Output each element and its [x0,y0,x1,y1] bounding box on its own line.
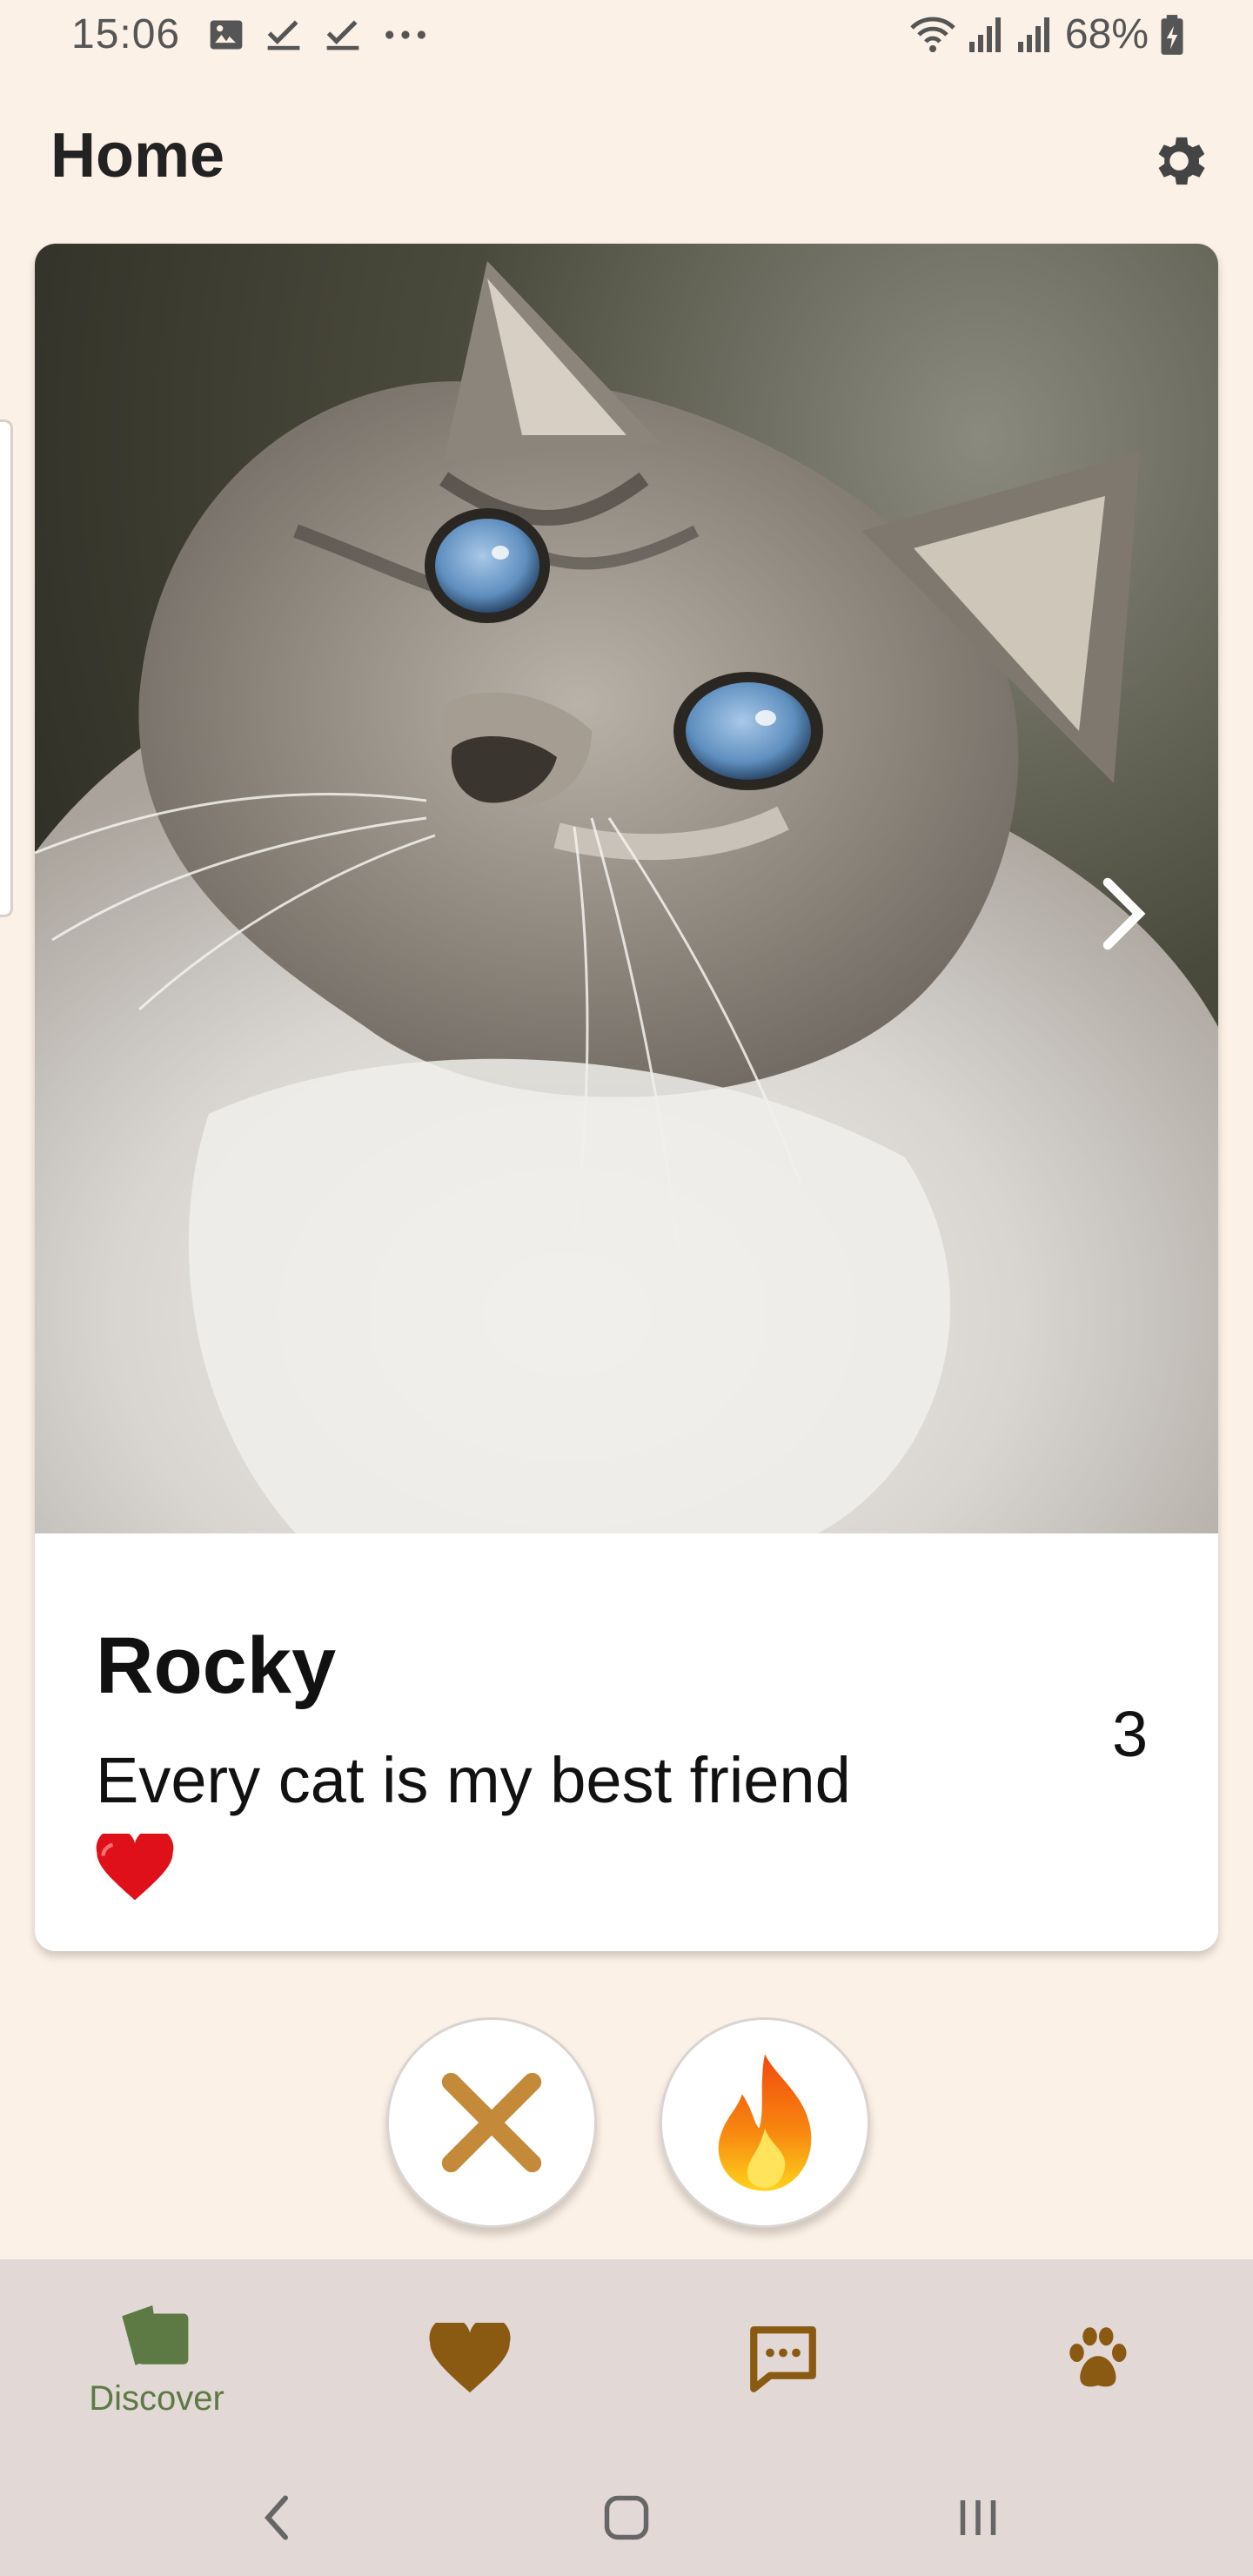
nav-item-messages[interactable] [626,2259,940,2459]
status-bar: 15:06 68% [0,0,1253,73]
profile-name: Rocky [96,1621,337,1710]
status-notification-icons [207,16,430,54]
back-chevron-icon [264,2495,288,2540]
nav-item-profile[interactable] [940,2259,1253,2459]
profile-photo[interactable] [35,244,1218,1533]
fire-icon [718,2054,812,2191]
signal-icon [1017,17,1049,52]
cards-icon [122,2304,189,2365]
wifi-icon [910,17,955,52]
photo-count: 3 [1112,1698,1149,1770]
like-button[interactable] [660,2017,870,2228]
home-square-icon [604,2495,649,2540]
chat-icon [750,2326,816,2392]
page-title: Home [50,121,225,191]
nav-item-label: Discover [89,2378,224,2418]
heart-icon [429,2323,511,2393]
gear-icon [1158,137,1205,185]
image-icon [210,20,243,50]
battery-icon [1161,14,1183,55]
settings-button[interactable] [1144,126,1214,196]
system-navigation-bar [0,2459,1253,2576]
system-recents-button[interactable] [926,2479,1030,2557]
system-back-button[interactable] [224,2479,329,2557]
paw-icon [1069,2327,1127,2387]
signal-icon [968,17,1001,52]
chevron-right-icon [1102,877,1146,950]
next-photo-button[interactable] [1079,853,1163,975]
more-dots-icon [385,30,425,39]
cat-photo [35,244,1218,1533]
profile-card[interactable]: Rocky Every cat is my best friend 3 [35,244,1218,1951]
system-home-button[interactable] [574,2479,679,2557]
battery-percent: 68% [1064,11,1149,57]
profile-bio-text: Every cat is my best friend [96,1744,851,1816]
recents-icon [960,2500,996,2535]
dislike-button[interactable] [386,2017,597,2228]
status-time: 15:06 [71,11,181,57]
check-icon [326,20,359,50]
nav-item-likes[interactable] [313,2259,626,2459]
cross-icon [441,2072,542,2173]
status-system-icons: 68% [908,10,1185,58]
check-icon [267,20,300,50]
red-heart-icon [96,1828,174,1901]
nav-item-discover[interactable]: Discover [0,2259,313,2459]
bottom-navigation: Discover [0,2259,1253,2459]
profile-bio: Every cat is my best friend [96,1739,1053,1906]
profile-info: Rocky Every cat is my best friend 3 [35,1533,1218,1951]
side-drawer-handle[interactable] [0,419,13,917]
